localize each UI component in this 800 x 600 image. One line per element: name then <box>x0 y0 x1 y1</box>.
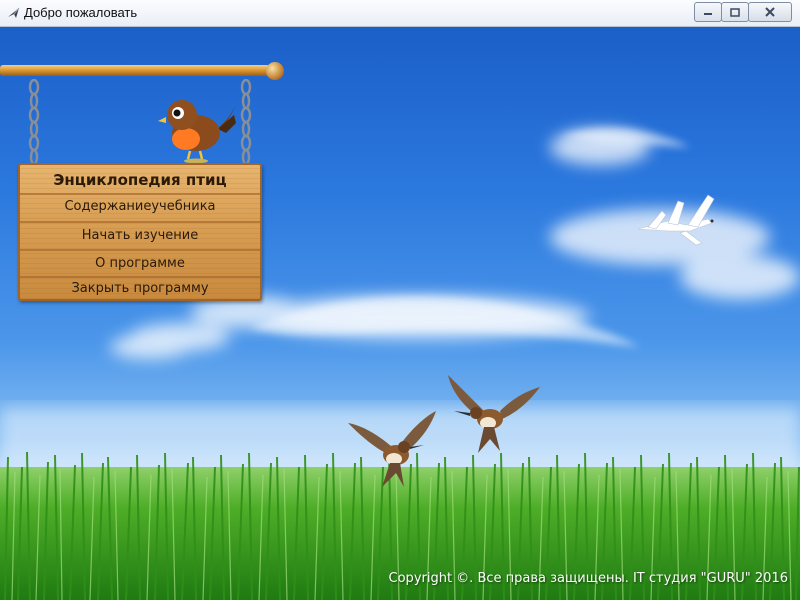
window-title: Добро пожаловать <box>24 5 138 20</box>
sign-title: Энциклопедия птиц <box>53 171 227 189</box>
grass-field <box>0 451 800 600</box>
chain-left <box>28 79 40 166</box>
menu-item-contents[interactable]: Содержаниеучебника <box>20 199 260 214</box>
robin-bird-icon <box>158 100 236 164</box>
maximize-button[interactable] <box>721 2 749 22</box>
app-icon <box>6 5 22 21</box>
close-button[interactable] <box>748 2 792 22</box>
wooden-rod <box>0 62 284 80</box>
menu-sign: Энциклопедия птиц Содержаниеучебника Нач… <box>18 163 262 301</box>
maximize-icon <box>730 7 740 17</box>
menu-item-about[interactable]: О программе <box>20 256 260 271</box>
menu-item-start-learning[interactable]: Начать изучение <box>20 228 260 243</box>
flying-swans-icon <box>637 194 715 246</box>
hummingbird-left-icon <box>348 411 436 487</box>
menu-item-exit[interactable]: Закрыть программу <box>20 281 260 296</box>
background-scene: Энциклопедия птиц Содержаниеучебника Нач… <box>0 27 800 600</box>
minimize-button[interactable] <box>694 2 722 22</box>
copyright-text: Copyright ©. Все права защищены. IT студ… <box>388 571 788 586</box>
hummingbird-right-icon <box>448 375 540 453</box>
close-icon <box>765 7 775 17</box>
window-titlebar[interactable]: Добро пожаловать <box>0 0 800 27</box>
minimize-icon <box>703 8 713 16</box>
